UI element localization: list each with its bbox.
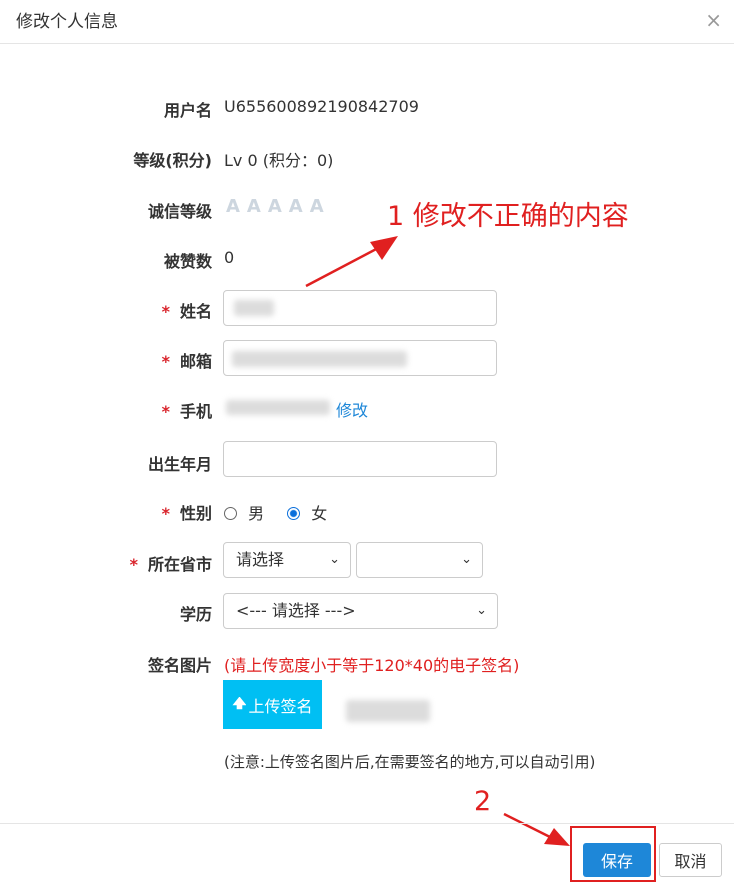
name-label-text: 姓名 bbox=[179, 302, 212, 321]
credit-label: 诚信等级 bbox=[147, 202, 212, 221]
city-select[interactable]: ⌄ bbox=[356, 542, 483, 578]
education-select-value: <--- 请选择 ---> bbox=[236, 601, 356, 620]
signature-label: 签名图片 bbox=[147, 656, 212, 675]
annotation-arrow-1 bbox=[305, 236, 398, 288]
gender-male-radio[interactable] bbox=[224, 507, 237, 520]
phone-edit-link[interactable]: 修改 bbox=[336, 397, 368, 421]
annotation-arrow-2 bbox=[503, 812, 570, 846]
annotation-step1: 1 修改不正确的内容 bbox=[387, 201, 629, 232]
save-button[interactable]: 保存 bbox=[583, 843, 651, 877]
redacted-phone bbox=[226, 400, 330, 415]
required-mark: * bbox=[161, 402, 170, 421]
chevron-down-icon: ⌄ bbox=[476, 603, 487, 618]
level-label: 等级(积分) bbox=[133, 151, 212, 170]
required-mark: * bbox=[161, 302, 170, 321]
birthday-input[interactable] bbox=[223, 441, 497, 477]
chevron-down-icon: ⌄ bbox=[461, 552, 472, 567]
required-mark: * bbox=[161, 352, 170, 371]
chevron-down-icon: ⌄ bbox=[329, 552, 340, 567]
signature-note: (注意:上传签名图片后,在需要签名的地方,可以自动引用) bbox=[224, 753, 596, 771]
gender-label: * 性别 bbox=[12, 500, 212, 524]
email-label-text: 邮箱 bbox=[179, 352, 212, 371]
annotation-step2: 2 bbox=[474, 786, 492, 817]
redacted-name bbox=[234, 300, 274, 316]
signature-hint: (请上传宽度小于等于120*40的电子签名) bbox=[224, 656, 520, 675]
username-value: U655600892190842709 bbox=[224, 97, 419, 116]
close-icon[interactable]: × bbox=[705, 8, 722, 32]
gender-options: 男 女 bbox=[224, 500, 327, 524]
phone-label-text: 手机 bbox=[179, 402, 212, 421]
gender-female-label: 女 bbox=[311, 504, 328, 523]
upload-icon bbox=[232, 696, 247, 710]
gender-label-text: 性别 bbox=[179, 504, 212, 523]
redacted-email bbox=[232, 351, 407, 367]
province-select-value: 请选择 bbox=[236, 550, 285, 569]
upload-signature-label: 上传签名 bbox=[248, 696, 313, 716]
dialog-title: 修改个人信息 bbox=[16, 12, 118, 32]
education-select[interactable]: <--- 请选择 ---> ⌄ bbox=[223, 593, 498, 629]
cancel-button[interactable]: 取消 bbox=[659, 843, 722, 877]
gender-female-radio[interactable] bbox=[287, 507, 301, 520]
username-label: 用户名 bbox=[163, 101, 212, 120]
phone-label: * 手机 bbox=[12, 398, 212, 422]
required-mark: * bbox=[129, 555, 138, 574]
likes-label: 被赞数 bbox=[163, 252, 212, 271]
birthday-label: 出生年月 bbox=[147, 455, 212, 474]
province-select[interactable]: 请选择 ⌄ bbox=[223, 542, 351, 578]
credit-stars: AAAAA bbox=[226, 196, 331, 217]
level-value: Lv 0 (积分：0) bbox=[224, 151, 334, 170]
education-label: 学历 bbox=[179, 605, 212, 624]
city-label: * 所在省市 bbox=[12, 551, 212, 575]
dialog-header: 修改个人信息 × bbox=[0, 0, 734, 44]
required-mark: * bbox=[161, 504, 170, 523]
name-label: * 姓名 bbox=[12, 298, 212, 322]
signature-preview bbox=[346, 700, 430, 722]
likes-value: 0 bbox=[224, 248, 235, 267]
email-label: * 邮箱 bbox=[12, 348, 212, 372]
footer-divider bbox=[0, 823, 734, 824]
city-label-text: 所在省市 bbox=[147, 555, 212, 574]
gender-male-label: 男 bbox=[248, 504, 265, 523]
upload-signature-button[interactable]: 上传签名 bbox=[223, 680, 322, 729]
